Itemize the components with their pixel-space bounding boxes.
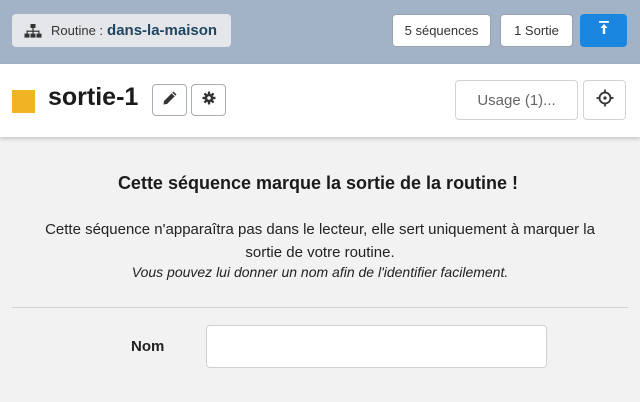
sitemap-icon — [24, 23, 42, 39]
gear-icon — [202, 91, 216, 110]
description-text: Cette séquence n'apparaîtra pas dans le … — [45, 221, 595, 261]
pencil-icon — [162, 90, 178, 111]
top-bar: Routine : dans-la-maison 5 séquences 1 S… — [0, 0, 640, 64]
sequences-button[interactable]: 5 séquences — [392, 14, 491, 47]
settings-button[interactable] — [191, 84, 226, 116]
divider — [12, 307, 628, 308]
routine-name: dans-la-maison — [107, 22, 218, 39]
sortie-button[interactable]: 1 Sortie — [500, 14, 573, 47]
page-title: sortie-1 — [48, 83, 139, 111]
arrow-up-icon — [597, 20, 611, 41]
up-button[interactable] — [580, 14, 627, 47]
usage-button[interactable]: Usage (1)... — [455, 80, 578, 120]
name-input[interactable] — [206, 325, 547, 368]
crosshair-icon — [596, 89, 614, 112]
routine-prefix: Routine : — [51, 23, 104, 38]
sequence-header: sortie-1 Usage (1)... — [0, 64, 640, 137]
routine-breadcrumb[interactable]: Routine : dans-la-maison — [12, 14, 231, 47]
section-heading: Cette séquence marque la sortie de la ro… — [117, 173, 519, 193]
hint-text: Vous pouvez lui donner un nom afin de l'… — [131, 264, 509, 280]
edit-button[interactable] — [152, 84, 187, 116]
color-swatch[interactable] — [12, 90, 35, 113]
name-label: Nom — [131, 338, 165, 355]
locate-button[interactable] — [583, 80, 626, 120]
